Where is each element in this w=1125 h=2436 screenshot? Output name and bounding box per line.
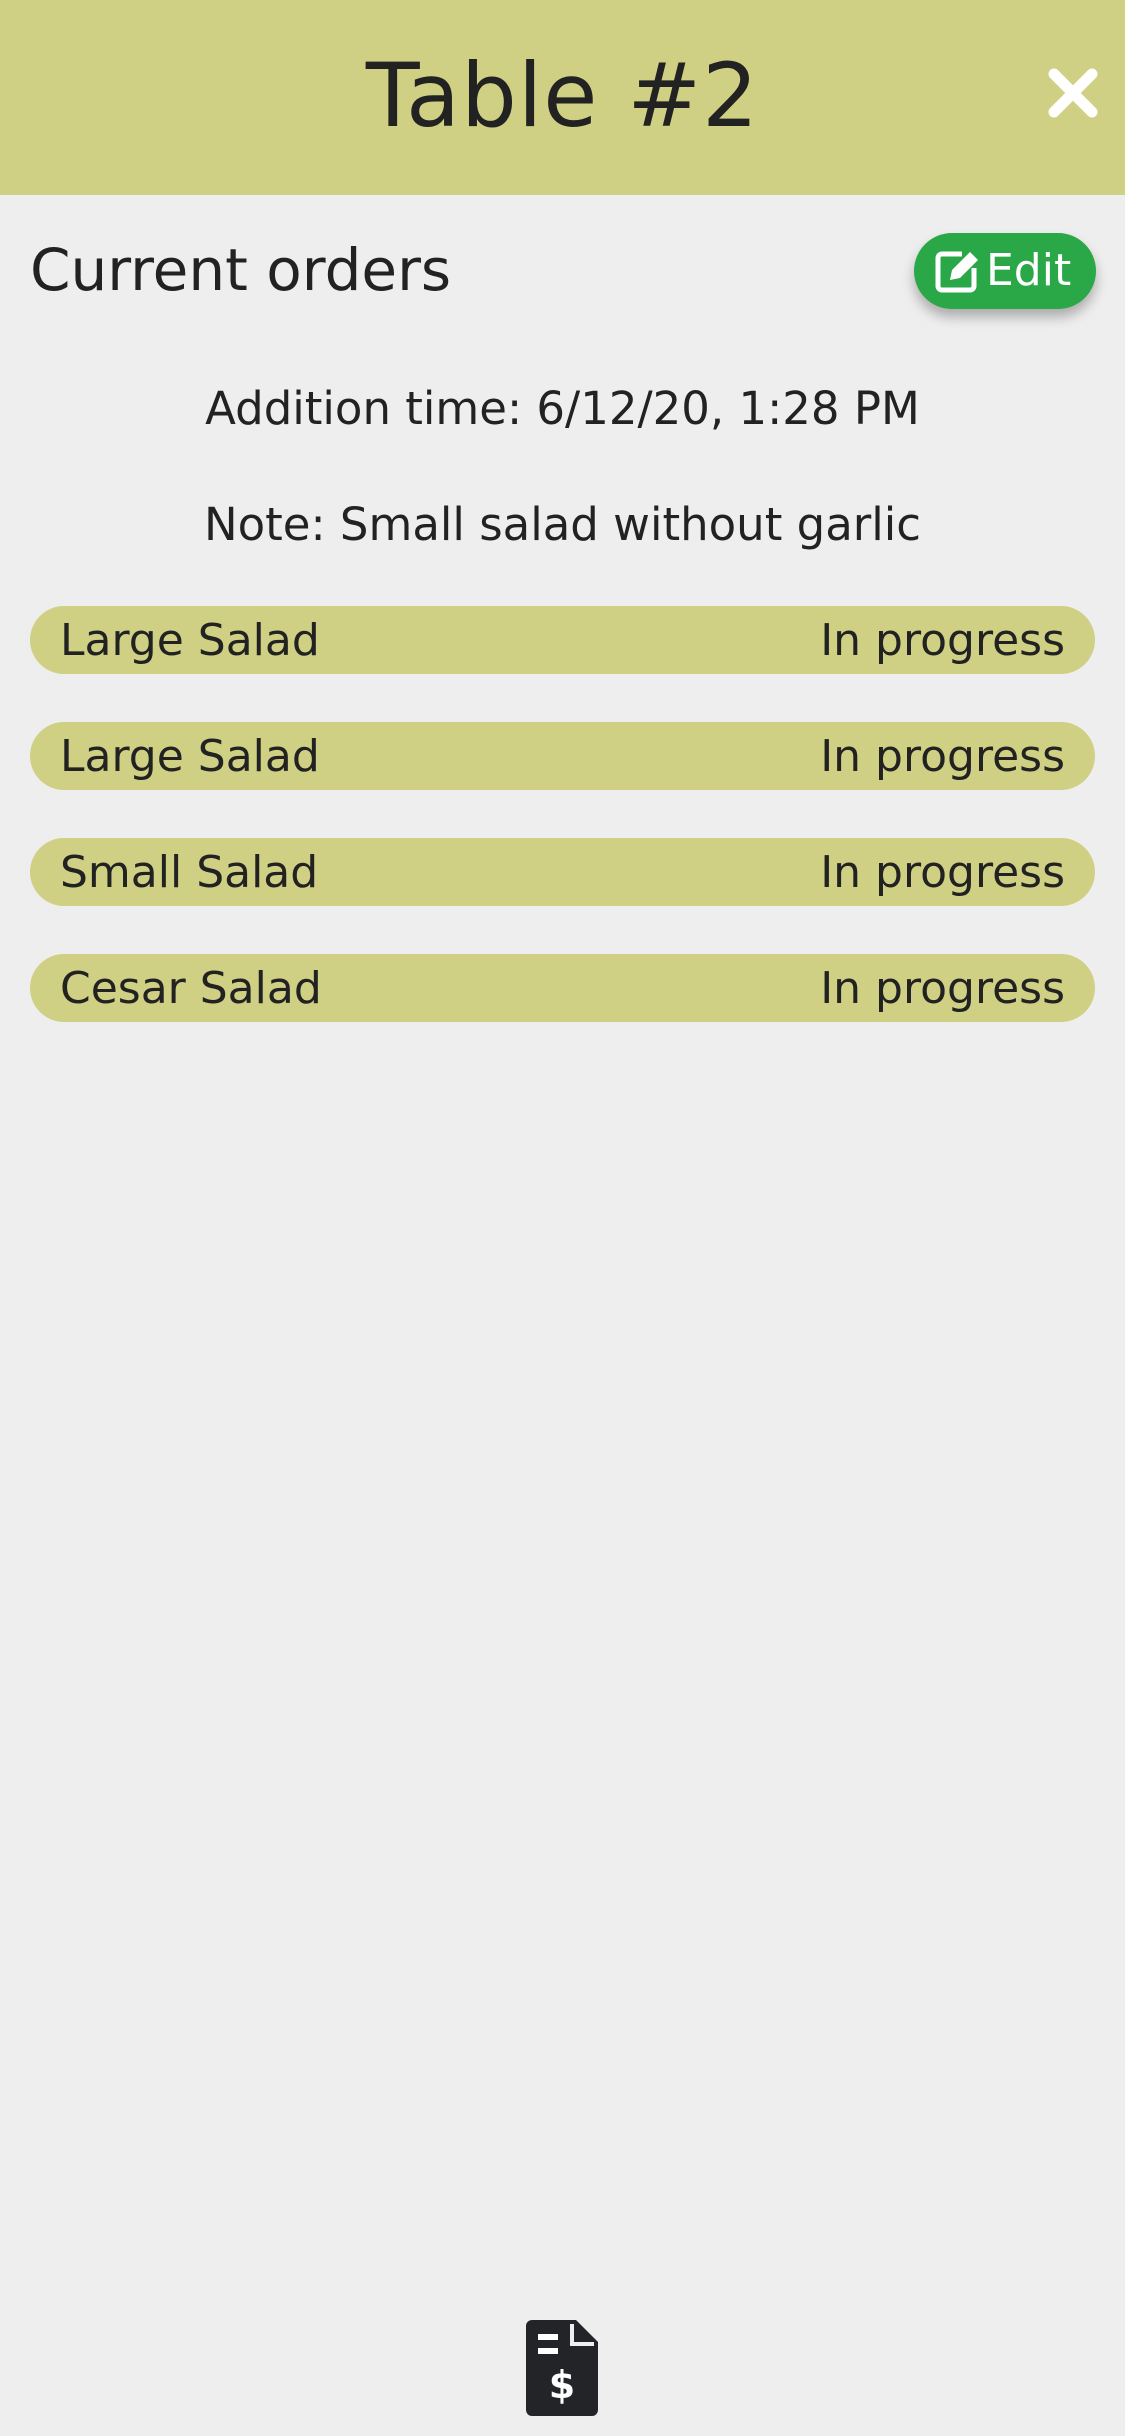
order-note: Note: Small salad without garlic: [203, 498, 922, 551]
bill-button[interactable]: $: [526, 2320, 598, 2416]
order-item-status: In progress: [820, 730, 1065, 782]
header-bar: Table #2: [0, 0, 1125, 195]
invoice-dollar-icon: $: [526, 2320, 598, 2416]
edit-button-label: Edit: [986, 245, 1072, 296]
order-item-name: Cesar Salad: [60, 962, 322, 1014]
close-button[interactable]: [1040, 60, 1106, 126]
order-item[interactable]: Cesar Salad In progress: [30, 954, 1095, 1022]
section-title: Current orders: [30, 236, 452, 304]
close-icon: [1048, 68, 1098, 118]
addition-time: Addition time: 6/12/20, 1:28 PM: [205, 382, 920, 435]
order-item-status: In progress: [820, 614, 1065, 666]
order-item-name: Large Salad: [60, 730, 320, 782]
order-item-name: Small Salad: [60, 846, 319, 898]
order-item[interactable]: Large Salad In progress: [30, 722, 1095, 790]
svg-text:$: $: [549, 2363, 575, 2407]
order-item-status: In progress: [820, 962, 1065, 1014]
edit-icon: [935, 251, 978, 293]
order-item[interactable]: Large Salad In progress: [30, 606, 1095, 674]
edit-button[interactable]: Edit: [914, 233, 1096, 309]
order-item-status: In progress: [820, 846, 1065, 898]
order-item[interactable]: Small Salad In progress: [30, 838, 1095, 906]
order-list: Large Salad In progress Large Salad In p…: [30, 606, 1095, 1070]
page-title: Table #2: [365, 44, 760, 147]
order-item-name: Large Salad: [60, 614, 320, 666]
